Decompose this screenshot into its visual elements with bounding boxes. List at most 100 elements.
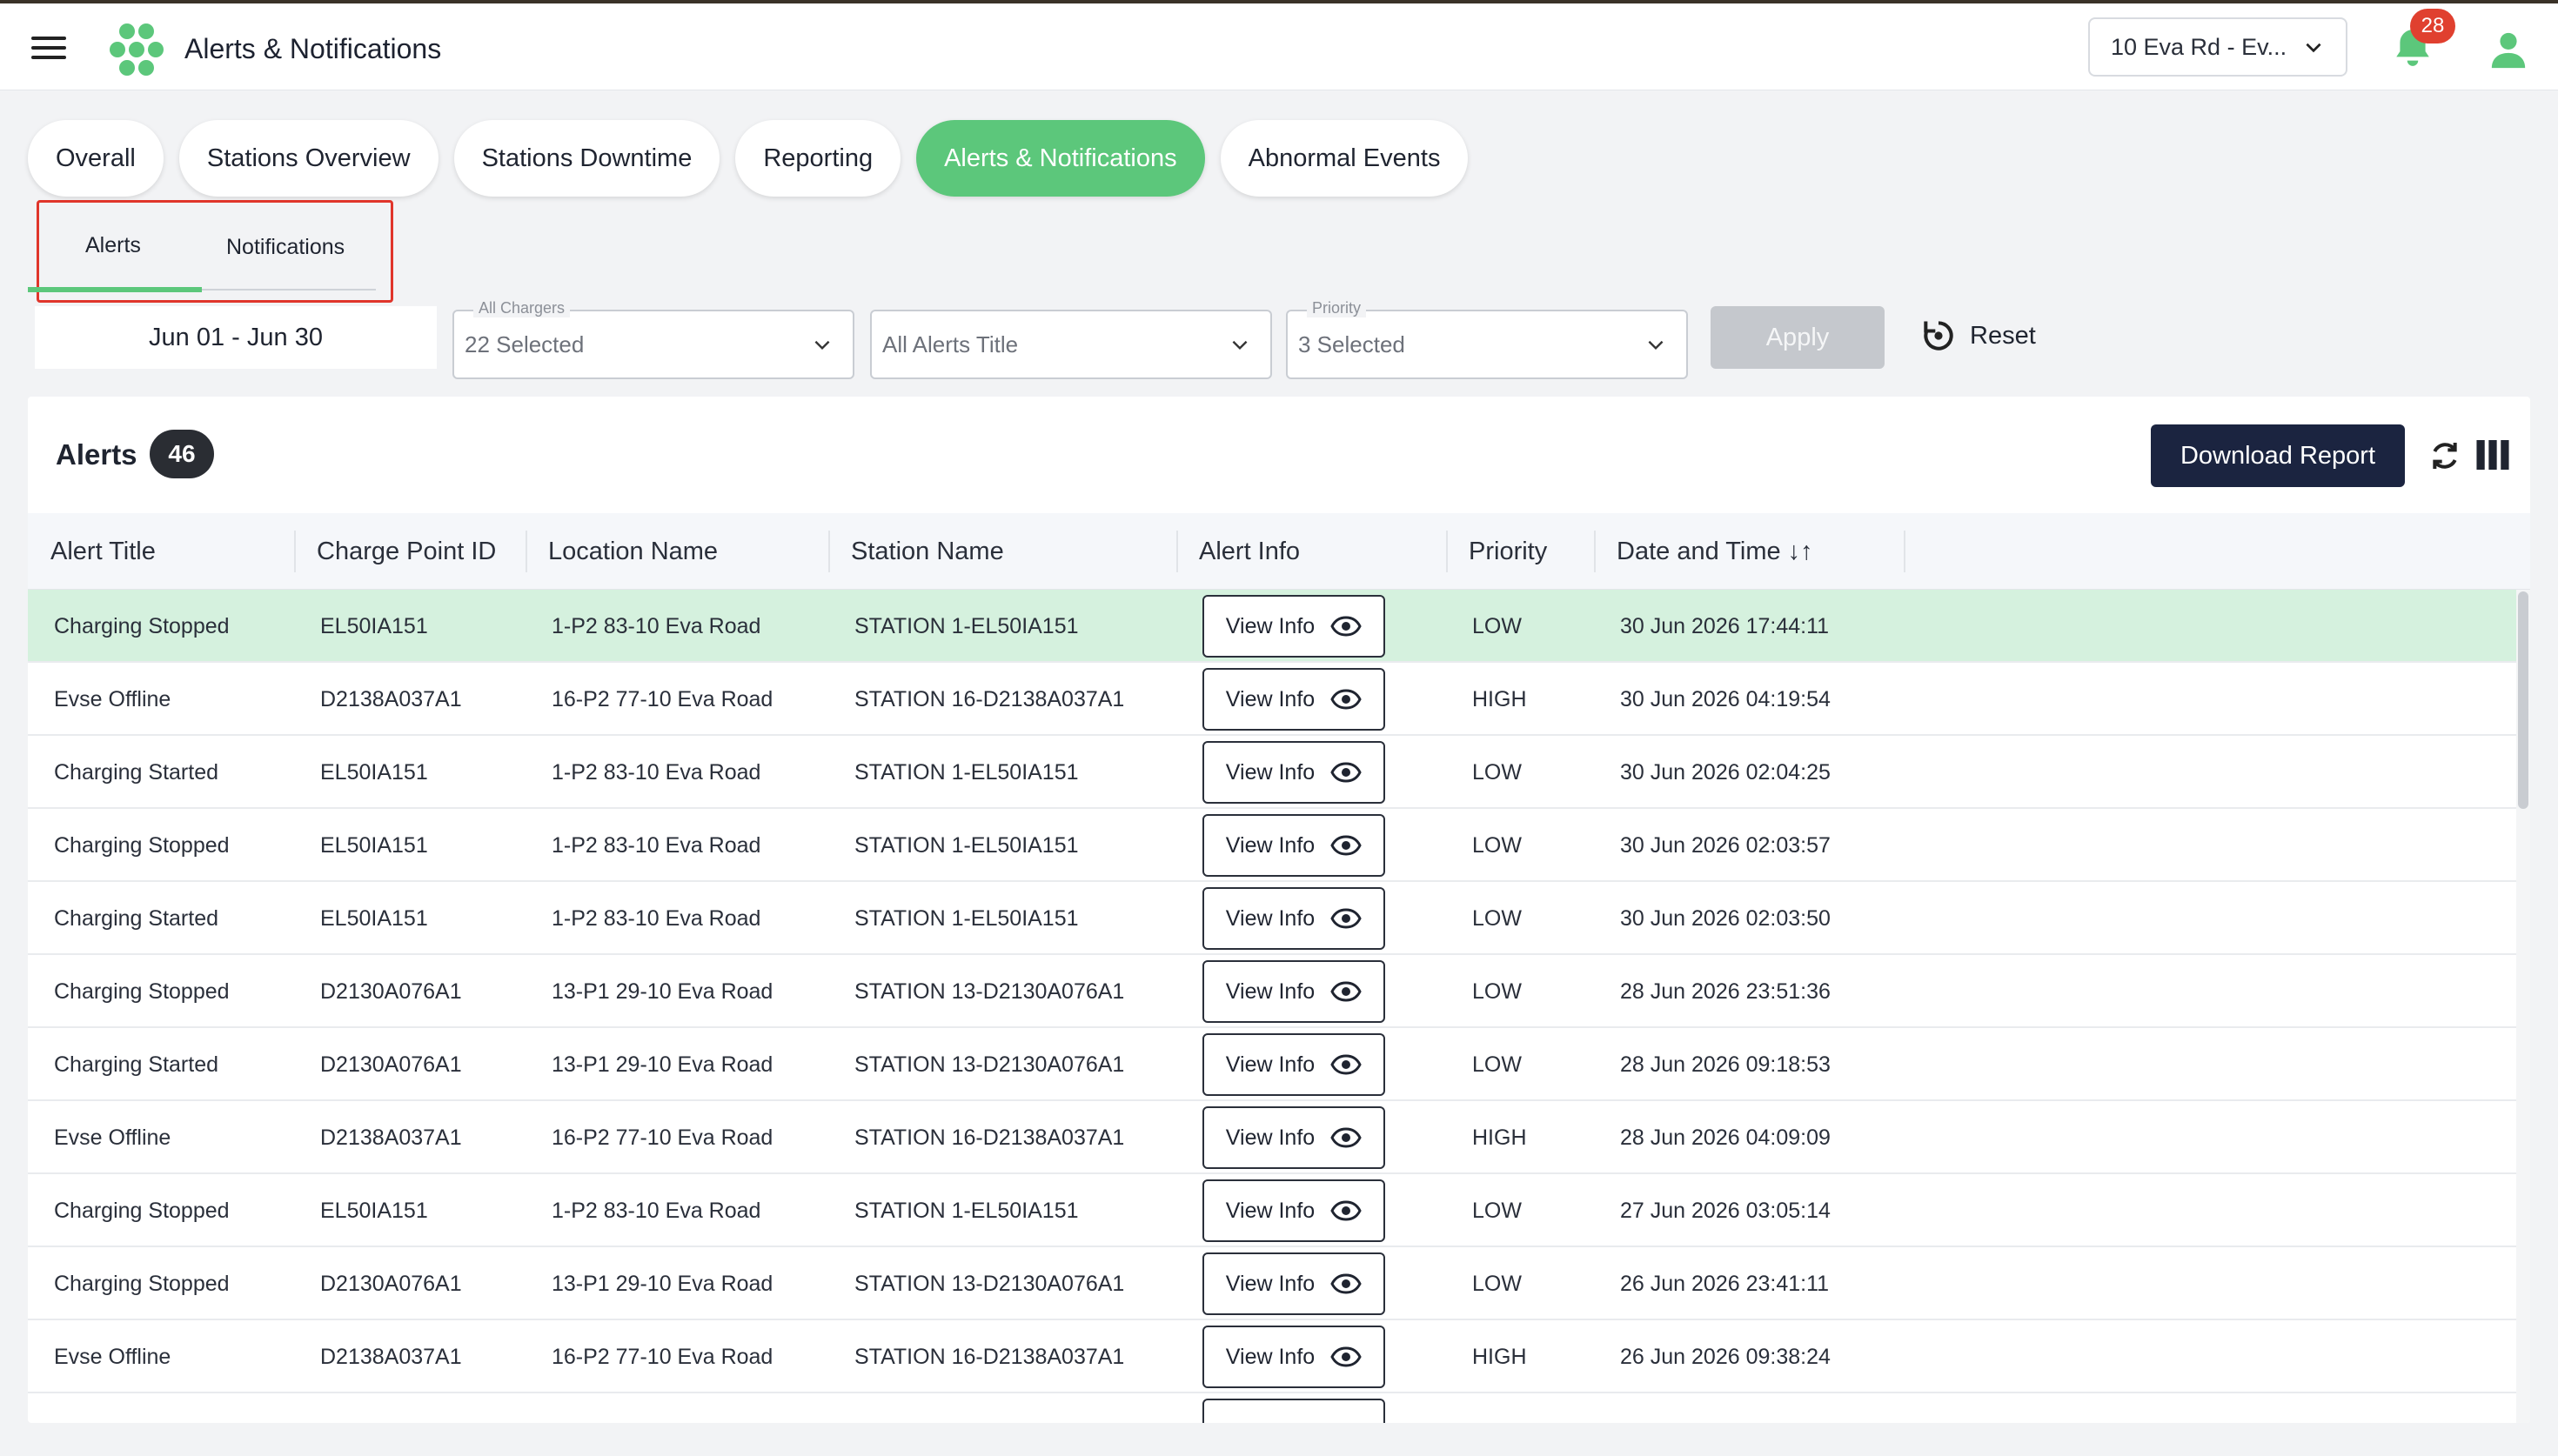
col-date-time[interactable]: Date and Time ↓↑ bbox=[1617, 513, 1813, 590]
app-header: Alerts & Notifications 10 Eva Rd - Ev... bbox=[0, 3, 2558, 90]
cell-alert-title: Charging Stopped bbox=[54, 978, 230, 1004]
tab-stations-overview[interactable]: Stations Overview bbox=[178, 120, 439, 197]
cell-location-name: 16-P2 77-10 Eva Road bbox=[552, 686, 773, 711]
cell-charge-point-id: D2138A037A1 bbox=[320, 1344, 462, 1369]
cell-location-name: 13-P1 29-10 Eva Road bbox=[552, 1271, 773, 1296]
alerts-card-title: Alerts bbox=[56, 438, 137, 471]
col-alert-title[interactable]: Alert Title bbox=[50, 513, 156, 590]
view-info-button[interactable]: View Info bbox=[1202, 960, 1385, 1023]
cell-charge-point-id: D2130A076A1 bbox=[320, 1271, 462, 1296]
column-separator bbox=[1594, 531, 1596, 572]
refresh-icon[interactable] bbox=[2427, 438, 2462, 473]
site-selector[interactable]: 10 Eva Rd - Ev... bbox=[2088, 17, 2347, 77]
cell-station-name: STATION 1-EL50IA151 bbox=[854, 905, 1079, 931]
eye-icon bbox=[1330, 835, 1362, 856]
table-row[interactable]: Charging Stopped D2130A076A1 13-P1 29-10… bbox=[28, 1247, 2516, 1320]
cell-alert-title: Charging Stopped bbox=[54, 1271, 230, 1296]
user-icon[interactable] bbox=[2488, 30, 2528, 70]
alerts-count-badge: 46 bbox=[150, 430, 214, 478]
date-range-picker[interactable]: Jun 01 - Jun 30 bbox=[35, 306, 437, 369]
view-info-button[interactable]: View Info bbox=[1202, 1252, 1385, 1315]
view-info-button[interactable]: View Info bbox=[1202, 741, 1385, 804]
cell-location-name: 1-P2 83-10 Eva Road bbox=[552, 832, 761, 858]
cell-station-name: STATION 16-D2138A037A1 bbox=[854, 1125, 1125, 1150]
cell-charge-point-id: D2130A076A1 bbox=[320, 1052, 462, 1077]
reset-button[interactable]: Reset bbox=[1919, 317, 2036, 355]
col-priority[interactable]: Priority bbox=[1469, 513, 1547, 590]
menu-icon[interactable] bbox=[31, 37, 66, 63]
tab-overall[interactable]: Overall bbox=[28, 120, 164, 197]
apply-button[interactable]: Apply bbox=[1711, 306, 1885, 369]
col-alert-info[interactable]: Alert Info bbox=[1199, 513, 1300, 590]
chargers-select[interactable]: All Chargers 22 Selected bbox=[452, 299, 854, 379]
main-tabs: Overall Stations Overview Stations Downt… bbox=[28, 120, 1469, 197]
cell-charge-point-id: EL50IA151 bbox=[320, 613, 428, 638]
column-separator bbox=[294, 531, 296, 572]
view-info-button[interactable]: View Info bbox=[1202, 814, 1385, 877]
table-row[interactable]: Evse Offline D2138A037A1 16-P2 77-10 Eva… bbox=[28, 1320, 2516, 1393]
table-row[interactable]: Charging Started D2130A076A1 13-P1 29-10… bbox=[28, 1028, 2516, 1101]
column-separator bbox=[1904, 531, 1905, 572]
eye-icon bbox=[1330, 908, 1362, 929]
view-info-button[interactable]: View Info bbox=[1202, 1179, 1385, 1242]
view-info-button[interactable]: View Info bbox=[1202, 668, 1385, 731]
tab-alerts-notifications[interactable]: Alerts & Notifications bbox=[916, 120, 1205, 197]
page-title: Alerts & Notifications bbox=[184, 33, 442, 64]
table-header: Alert Title Charge Point ID Location Nam… bbox=[28, 513, 2530, 590]
view-info-label: View Info bbox=[1225, 1344, 1316, 1369]
table-row[interactable]: Evse Offline D2138A037A1 16-P2 77-10 Eva… bbox=[28, 663, 2516, 736]
cell-station-name: STATION 13-D2130A076A1 bbox=[854, 1271, 1125, 1296]
chargers-select-label: All Chargers bbox=[473, 299, 571, 317]
table-row[interactable]: Charging Started EL50IA151 1-P2 83-10 Ev… bbox=[28, 736, 2516, 809]
table-row[interactable]: Charging Stopped EL50IA151 1-P2 83-10 Ev… bbox=[28, 1174, 2516, 1247]
table-row[interactable]: Evse Offline D2138A037A1 16-P2 77-10 Eva… bbox=[28, 1101, 2516, 1174]
chevron-down-icon bbox=[2306, 43, 2321, 53]
cell-alert-title: Charging Stopped bbox=[54, 832, 230, 858]
eye-icon bbox=[1330, 1200, 1362, 1221]
cell-priority: LOW bbox=[1472, 759, 1522, 785]
reset-label: Reset bbox=[1970, 321, 2036, 350]
cell-date-time: 30 Jun 2026 02:04:25 bbox=[1620, 759, 1831, 785]
col-location-name[interactable]: Location Name bbox=[548, 513, 718, 590]
cell-charge-point-id: EL50IA151 bbox=[320, 1198, 428, 1223]
tab-reporting[interactable]: Reporting bbox=[735, 120, 901, 197]
view-info-button[interactable]: View Info bbox=[1202, 1106, 1385, 1169]
chevron-down-icon bbox=[1232, 340, 1248, 351]
cell-date-time: 28 Jun 2026 09:18:53 bbox=[1620, 1052, 1831, 1077]
view-info-button[interactable]: View Info bbox=[1202, 887, 1385, 950]
chevron-down-icon bbox=[814, 340, 830, 351]
tab-abnormal-events[interactable]: Abnormal Events bbox=[1220, 120, 1469, 197]
view-info-label: View Info bbox=[1225, 1125, 1316, 1150]
cell-location-name: 1-P2 83-10 Eva Road bbox=[552, 1198, 761, 1223]
cell-station-name: STATION 16-D2138A037A1 bbox=[854, 1344, 1125, 1369]
cell-alert-title: Charging Started bbox=[54, 759, 219, 785]
col-charge-point-id[interactable]: Charge Point ID bbox=[317, 513, 496, 590]
columns-icon[interactable] bbox=[2476, 440, 2509, 470]
view-info-button[interactable]: View Info bbox=[1202, 1033, 1385, 1096]
table-row[interactable]: Charging Started EL50IA151 1-P2 83-10 Ev… bbox=[28, 882, 2516, 955]
logo-hex-icon bbox=[110, 23, 164, 76]
view-info-label: View Info bbox=[1225, 1271, 1316, 1296]
view-info-button[interactable]: View Info bbox=[1202, 1326, 1385, 1388]
table-row[interactable]: Charging Stopped EL50IA151 1-P2 83-10 Ev… bbox=[28, 809, 2516, 882]
alert-title-select[interactable]: All Alerts Title bbox=[870, 310, 1272, 379]
cell-location-name: 1-P2 83-10 Eva Road bbox=[552, 759, 761, 785]
view-info-label: View Info bbox=[1225, 832, 1316, 858]
download-report-button[interactable]: Download Report bbox=[2151, 424, 2405, 487]
cell-date-time: 26 Jun 2026 23:41:11 bbox=[1620, 1271, 1830, 1296]
table-row[interactable]: Charging Stopped EL50IA151 1-P2 83-10 Ev… bbox=[28, 590, 2516, 663]
column-separator bbox=[828, 531, 830, 572]
column-separator bbox=[526, 531, 527, 572]
table-row[interactable]: Charging Stopped D2130A076A1 13-P1 29-10… bbox=[28, 955, 2516, 1028]
cell-alert-title: Charging Started bbox=[54, 1052, 219, 1077]
alert-title-select-value: All Alerts Title bbox=[882, 331, 1019, 357]
table-scrollbar-thumb[interactable] bbox=[2518, 591, 2528, 809]
view-info-button[interactable]: View Info bbox=[1202, 595, 1385, 658]
col-station-name[interactable]: Station Name bbox=[851, 513, 1004, 590]
column-separator bbox=[1176, 531, 1178, 572]
subtab-notifications[interactable]: Notifications bbox=[226, 235, 345, 260]
subtab-alerts[interactable]: Alerts bbox=[85, 233, 141, 258]
priority-select[interactable]: Priority 3 Selected bbox=[1286, 299, 1688, 379]
tab-stations-downtime[interactable]: Stations Downtime bbox=[453, 120, 720, 197]
cell-station-name: STATION 13-D2130A076A1 bbox=[854, 978, 1125, 1004]
